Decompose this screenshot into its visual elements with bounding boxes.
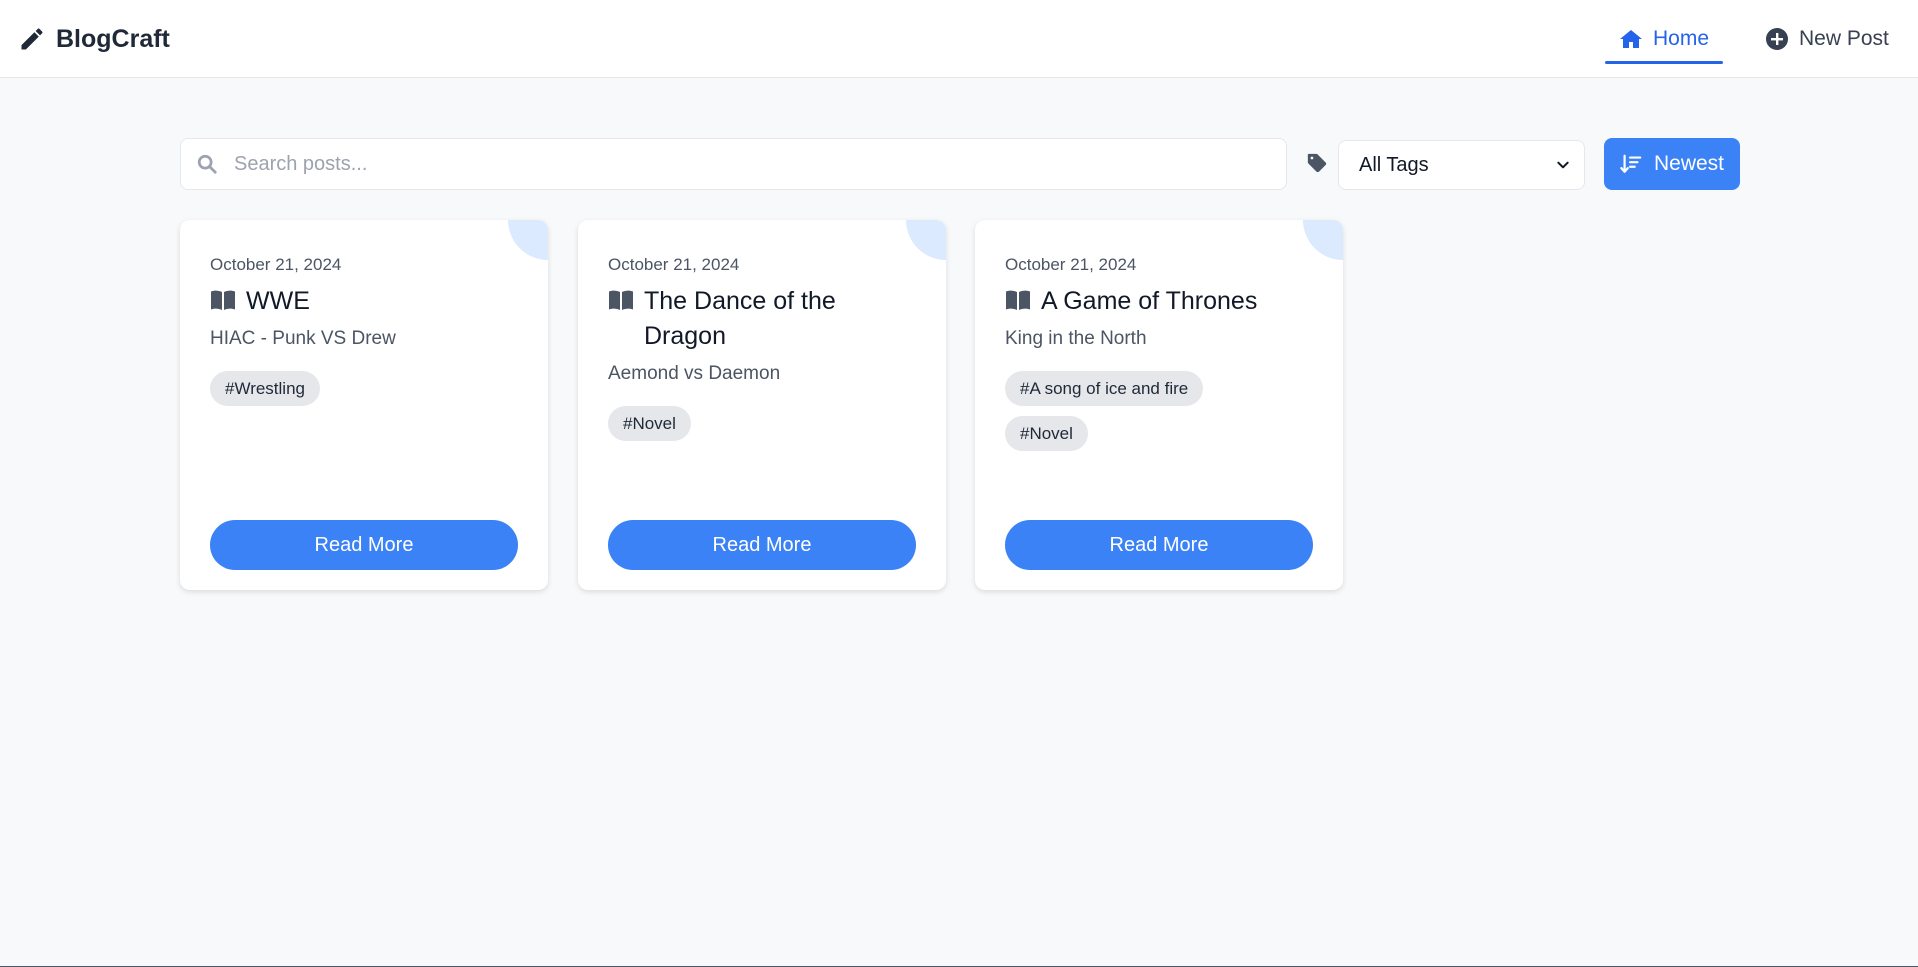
tag-chip[interactable]: #Novel: [1005, 416, 1088, 451]
post-title[interactable]: The Dance of the Dragon: [644, 284, 914, 354]
chevron-down-icon: [1557, 161, 1569, 169]
sort-descending-icon: [1620, 154, 1642, 173]
plus-circle-icon: [1766, 28, 1788, 50]
nav-home-link[interactable]: Home: [1605, 0, 1723, 78]
post-card: October 21, 2024 A Game of Thrones King …: [975, 220, 1343, 590]
nav-new-post-link[interactable]: New Post: [1765, 0, 1889, 78]
top-navbar: BlogCraft Home New Post: [0, 0, 1918, 78]
search-input[interactable]: [232, 151, 1236, 177]
read-more-button[interactable]: Read More: [210, 520, 518, 570]
book-open-icon: [609, 290, 633, 310]
post-subtitle: Aemond vs Daemon: [608, 363, 781, 384]
search-icon: [197, 154, 217, 174]
post-date: October 21, 2024: [1005, 255, 1137, 274]
brand-logo[interactable]: BlogCraft: [18, 22, 170, 56]
post-tags: #Novel: [608, 396, 928, 441]
post-card: October 21, 2024 The Dance of the Dragon…: [578, 220, 946, 590]
post-subtitle: HIAC - Punk VS Drew: [210, 328, 396, 349]
nav-home-label: Home: [1652, 27, 1710, 50]
post-title[interactable]: A Game of Thrones: [1041, 284, 1311, 319]
post-tags: #Wrestling: [210, 361, 530, 406]
pencil-icon: [21, 28, 43, 50]
home-icon: [1619, 30, 1642, 48]
read-more-button[interactable]: Read More: [1005, 520, 1313, 570]
tag-chip[interactable]: #A song of ice and fire: [1005, 371, 1204, 406]
brand-name: BlogCraft: [56, 24, 170, 53]
tag-chip[interactable]: #Novel: [608, 406, 691, 441]
sort-label: Newest: [1653, 152, 1725, 175]
sort-newest-button[interactable]: Newest: [1604, 138, 1740, 190]
tag-filter-value: All Tags: [1359, 153, 1429, 176]
tag-icon: [1307, 153, 1327, 173]
tag-chip[interactable]: #Wrestling: [210, 371, 320, 406]
book-open-icon: [211, 290, 235, 310]
tag-filter-select[interactable]: All Tags: [1338, 140, 1585, 190]
post-subtitle: King in the North: [1005, 328, 1147, 349]
nav-new-post-label: New Post: [1799, 27, 1889, 50]
post-tags: #A song of ice and fire #Novel: [1005, 361, 1325, 451]
post-card: October 21, 2024 WWE HIAC - Punk VS Drew…: [180, 220, 548, 590]
read-more-button[interactable]: Read More: [608, 520, 916, 570]
search-bar: [180, 138, 1287, 190]
post-date: October 21, 2024: [608, 255, 740, 274]
post-date: October 21, 2024: [210, 255, 342, 274]
post-title[interactable]: WWE: [246, 284, 516, 319]
book-open-icon: [1006, 290, 1030, 310]
